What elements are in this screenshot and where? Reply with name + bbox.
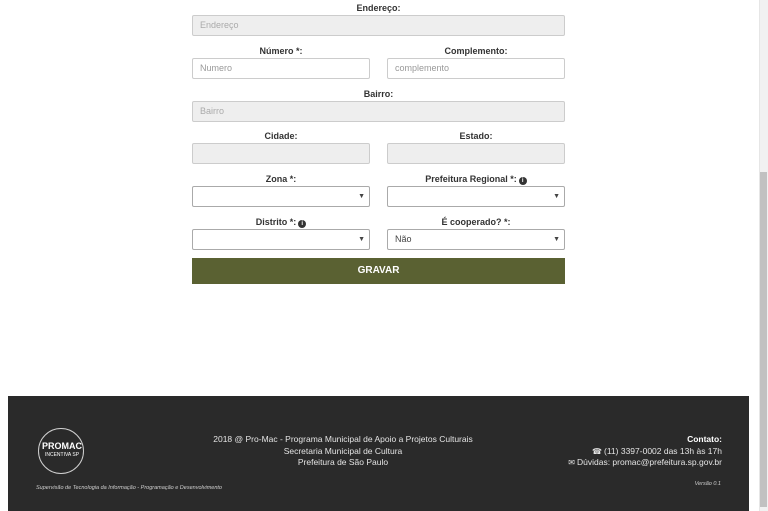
numero-label: Número *: [259, 46, 303, 56]
caret-down-icon: ▼ [553, 193, 560, 200]
caret-down-icon: ▼ [358, 236, 365, 243]
footer-line-program: 2018 @ Pro-Mac - Programa Municipal de A… [213, 434, 473, 444]
cidade-field[interactable] [192, 143, 370, 164]
logo-main-text: PROMAC [42, 441, 82, 451]
contact-title: Contato: [687, 434, 722, 444]
promac-logo: PROMAC INCENTIVA SP [38, 428, 84, 474]
footer-info: 2018 @ Pro-Mac - Programa Municipal de A… [168, 434, 518, 469]
envelope-icon: ✉ [568, 458, 575, 467]
caret-down-icon: ▼ [358, 193, 365, 200]
prefeitura-label-wrap: Prefeitura Regional *: i [387, 174, 565, 185]
footer-line-prefeitura: Prefeitura de São Paulo [297, 457, 389, 467]
scrollbar[interactable] [759, 0, 768, 511]
numero-field[interactable]: Numero [192, 58, 370, 79]
caret-down-icon: ▼ [553, 236, 560, 243]
prefeitura-label: Prefeitura Regional *: [425, 174, 517, 184]
page: Endereço: Endereço Número *: Numero Comp… [0, 0, 768, 511]
info-icon[interactable]: i [298, 220, 307, 228]
footer-credit: Supervisão de Tecnologia da Informação -… [36, 485, 222, 491]
footer-line-secretaria: Secretaria Municipal de Cultura [283, 445, 403, 456]
bairro-label: Bairro: [363, 89, 394, 99]
bairro-field[interactable]: Bairro [192, 101, 565, 122]
phone-icon: ☎ [592, 446, 602, 456]
cooperado-select[interactable]: Não ▼ [387, 229, 565, 250]
gravar-button[interactable]: GRAVAR [192, 258, 565, 284]
info-icon[interactable]: i [518, 177, 527, 185]
estado-field[interactable] [387, 143, 565, 164]
zona-label: Zona *: [265, 174, 297, 184]
estado-label: Estado: [459, 131, 493, 141]
footer-contact: Contato: ☎ (11) 3397-0002 das 13h às 17h … [568, 434, 722, 469]
scrollbar-thumb[interactable] [760, 172, 767, 507]
cooperado-label: É cooperado? *: [441, 217, 511, 227]
cooperado-value: Não [395, 234, 412, 244]
zona-select[interactable]: ▼ [192, 186, 370, 207]
distrito-select[interactable]: ▼ [192, 229, 370, 250]
contact-email-row: ✉ Dúvidas: promac@prefeitura.sp.gov.br [568, 457, 722, 469]
logo-sub-text: INCENTIVA SP [44, 452, 80, 458]
contact-phone: (11) 3397-0002 das 13h às 17h [604, 445, 722, 456]
footer-version: Versão 0.1 [694, 481, 721, 487]
contact-phone-row: ☎ (11) 3397-0002 das 13h às 17h [568, 446, 722, 458]
endereco-label: Endereço: [356, 3, 401, 13]
cidade-label: Cidade: [264, 131, 298, 141]
complemento-field[interactable]: complemento [387, 58, 565, 79]
prefeitura-select[interactable]: ▼ [387, 186, 565, 207]
distrito-label-wrap: Distrito *: i [192, 217, 370, 228]
contact-email[interactable]: Dúvidas: promac@prefeitura.sp.gov.br [577, 457, 722, 467]
complemento-label: Complemento: [444, 46, 508, 56]
footer: PROMAC INCENTIVA SP 2018 @ Pro-Mac - Pro… [8, 396, 749, 511]
distrito-label: Distrito *: [255, 217, 297, 227]
endereco-field[interactable]: Endereço [192, 15, 565, 36]
